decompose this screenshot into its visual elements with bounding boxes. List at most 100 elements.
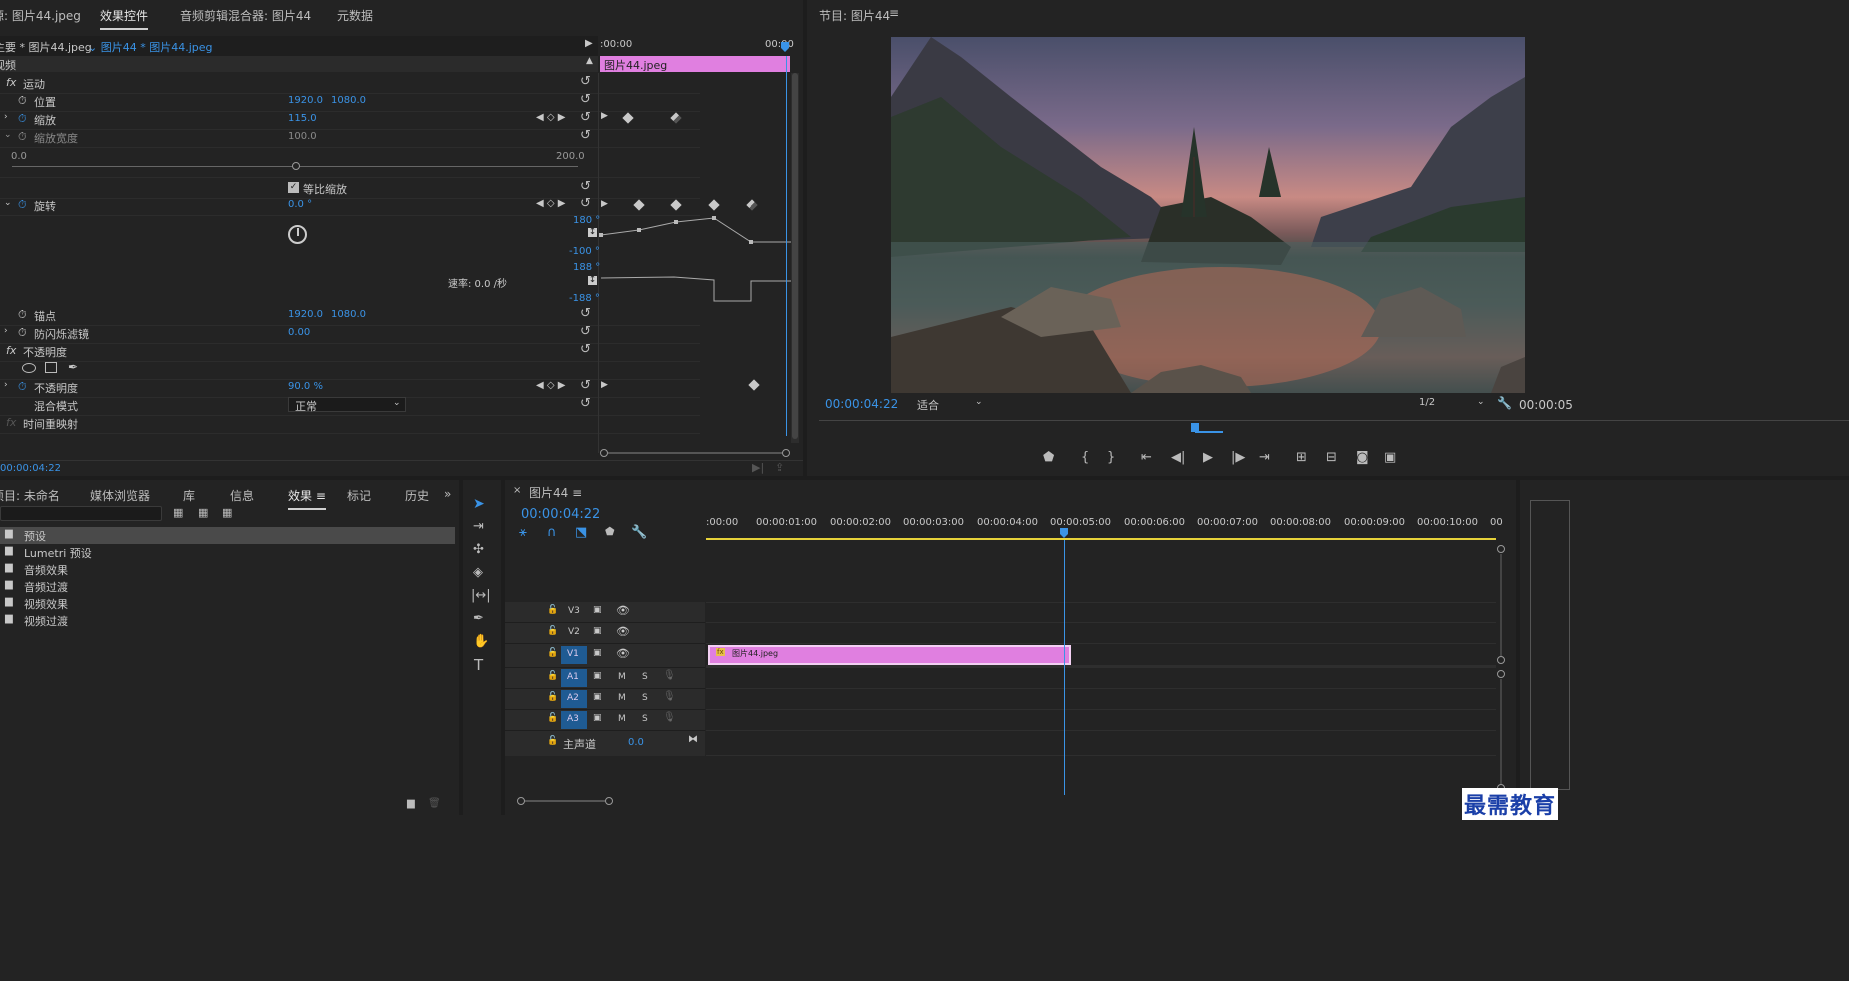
microphone-icon[interactable]: 🎙	[663, 670, 676, 681]
lock-icon[interactable]: 🔓	[547, 692, 558, 702]
32bit-effects-icon[interactable]: ▦	[198, 506, 208, 519]
list-item-lumetri[interactable]: ▆ Lumetri 预设	[0, 544, 455, 561]
source-master-label[interactable]: 主要 * 图片44.jpeg	[0, 39, 92, 55]
lock-icon[interactable]: 🔓	[547, 736, 558, 746]
track-name[interactable]: A3	[561, 711, 587, 729]
ec-scroll-thumb[interactable]	[792, 73, 798, 439]
go-to-out-icon[interactable]: ⇥	[1259, 450, 1270, 465]
keyframe-lane[interactable]: ▶ ▶ 180 ° -100 ° 188 ° -188 ° ↕ ↕ ▶	[569, 56, 791, 453]
track-name[interactable]: A1	[561, 669, 587, 687]
opacity-keyframe-nav-icon[interactable]: ◀ ◇ ▶	[536, 380, 565, 391]
track-name[interactable]: A2	[561, 690, 587, 708]
rotation-dial[interactable]	[288, 225, 307, 244]
lock-icon[interactable]: 🔓	[547, 671, 558, 681]
accelerated-effects-icon[interactable]: ▦	[173, 506, 183, 519]
anchor-y-value[interactable]: 1080.0	[331, 309, 366, 320]
keyframe-nav-icon[interactable]: ◀ ◇ ▶	[536, 112, 565, 123]
trash-icon[interactable]: 🗑	[428, 798, 441, 809]
type-tool-icon[interactable]: T	[474, 656, 483, 674]
linked-selection-icon[interactable]: ⬔	[575, 525, 587, 540]
track-area[interactable]: fx 图片44.jpeg	[706, 540, 1496, 797]
expand-rotation-icon[interactable]: ⌄	[4, 198, 12, 208]
opacity-stopwatch-icon[interactable]: ⏱	[18, 380, 27, 394]
ec-scrollbar[interactable]	[791, 73, 799, 443]
reset-blend-icon[interactable]: ↺	[580, 396, 591, 411]
sync-lock-icon[interactable]: ▣	[593, 692, 602, 702]
play-icon[interactable]: ▶	[1203, 450, 1213, 465]
timeline-zoom-left[interactable]	[517, 797, 525, 805]
mute-button[interactable]: M	[618, 714, 626, 724]
scale-keyframe[interactable]	[670, 112, 682, 124]
step-back-icon[interactable]: ◀|	[1171, 450, 1185, 465]
track-name[interactable]: V1	[561, 646, 587, 664]
rotation-keyframe-nav-icon[interactable]: ◀ ◇ ▶	[536, 198, 565, 209]
eye-icon[interactable]: 👁	[616, 647, 630, 660]
reset-motion-icon[interactable]: ↺	[580, 74, 591, 89]
snap-icon[interactable]: ∩	[547, 525, 557, 540]
stopwatch-active-icon[interactable]: ⏱	[18, 112, 27, 126]
add-marker-icon[interactable]: ⬟	[1043, 450, 1054, 465]
tab-metadata[interactable]: 元数据	[337, 7, 373, 24]
zoom-handle-right[interactable]	[782, 449, 790, 457]
lock-icon[interactable]: 🔓	[547, 648, 558, 658]
effects-search-input[interactable]	[0, 506, 162, 521]
track-select-tool-icon[interactable]: ⇥	[473, 519, 484, 534]
fx-icon[interactable]: fx	[6, 76, 16, 89]
expand-opacity-icon[interactable]: ›	[4, 380, 8, 390]
solo-button[interactable]: S	[642, 672, 648, 682]
rotation-keyframe[interactable]	[746, 199, 758, 211]
expand-scale-icon[interactable]: ›	[4, 112, 8, 122]
program-timecode[interactable]: 00:00:04:22	[825, 397, 898, 411]
lock-icon[interactable]: 🔓	[547, 626, 558, 636]
rotation-stopwatch-icon[interactable]: ⏱	[18, 198, 27, 212]
pen-tool-icon[interactable]: ✒	[473, 611, 484, 626]
eye-icon[interactable]: 👁	[616, 625, 630, 638]
opacity-fx-icon[interactable]: fx	[6, 344, 16, 357]
audio-scroll-top[interactable]	[1497, 670, 1505, 678]
mark-in-icon[interactable]: {	[1081, 450, 1089, 465]
reset-uniform-icon[interactable]: ↺	[580, 179, 591, 194]
tab-effect-controls[interactable]: 效果控件	[100, 7, 149, 30]
fit-dropdown[interactable]: 适合 ⌄	[913, 396, 985, 412]
blend-mode-dropdown[interactable]: 正常 ⌄	[288, 397, 406, 413]
reset-rotation-icon[interactable]: ↺	[580, 196, 591, 211]
sync-lock-icon[interactable]: ▣	[593, 605, 602, 615]
lift-icon[interactable]: ⊞	[1296, 450, 1307, 465]
extract-icon[interactable]: ⊟	[1326, 450, 1337, 465]
tab-history[interactable]: 历史	[405, 487, 429, 504]
uniform-scale-checkbox[interactable]: ✓	[288, 182, 299, 193]
graph-scale-icon[interactable]: ↕	[588, 228, 597, 237]
tab-libraries[interactable]: 库	[183, 487, 195, 504]
timeline-playhead-icon[interactable]	[1060, 528, 1068, 538]
nest-icon[interactable]: ⚹	[519, 525, 527, 540]
timeline-zoom-right[interactable]	[605, 797, 613, 805]
ec-timeline-ruler[interactable]: :00:00 00:00	[598, 36, 794, 56]
clip-fx-badge[interactable]: fx	[716, 648, 725, 656]
graph2-scale-icon[interactable]: ↕	[588, 276, 597, 285]
reset-opacity-icon[interactable]: ↺	[580, 378, 591, 393]
reset-anchor-icon[interactable]: ↺	[580, 306, 591, 321]
reset-scale-width-icon[interactable]: ↺	[580, 128, 591, 143]
list-item-presets[interactable]: ▆ 预设	[0, 527, 455, 544]
zoom-handle-left[interactable]	[600, 449, 608, 457]
sync-lock-icon[interactable]: ▣	[593, 626, 602, 636]
expand-scale-width-icon[interactable]: ⌄	[4, 130, 12, 140]
ec-zoom-scrollbar[interactable]	[600, 449, 790, 457]
source-sequence-dropdown[interactable]: ⌄ 图片44 * 图片44.jpeg	[88, 39, 213, 55]
tab-source[interactable]: 源: 图片44.jpeg	[0, 7, 81, 24]
reset-position-icon[interactable]: ↺	[580, 92, 591, 107]
timeline-clip[interactable]: fx 图片44.jpeg	[708, 645, 1071, 665]
rotation-row[interactable]: ⌄ ⏱ 旋转 0.0 ° ◀ ◇ ▶ ↺	[0, 195, 700, 216]
ec-current-time[interactable]: 00:00:04:22	[0, 463, 61, 474]
mute-button[interactable]: M	[618, 672, 626, 682]
yuv-effects-icon[interactable]: ▦	[222, 506, 232, 519]
pen-mask-icon[interactable]: ✒	[68, 360, 78, 374]
video-scroll-top[interactable]	[1497, 545, 1505, 553]
flicker-stopwatch-icon[interactable]: ⏱	[18, 326, 27, 340]
new-bin-icon[interactable]: ▆	[407, 798, 415, 809]
timeline-ruler[interactable]: :00:00 00:00:01:00 00:00:02:00 00:00:03:…	[706, 514, 1503, 540]
track-name[interactable]: V2	[568, 627, 580, 637]
anchor-x-value[interactable]: 1920.0	[288, 309, 323, 320]
position-x-value[interactable]: 1920.0	[288, 95, 323, 106]
hand-tool-icon[interactable]: ✋	[473, 634, 489, 649]
